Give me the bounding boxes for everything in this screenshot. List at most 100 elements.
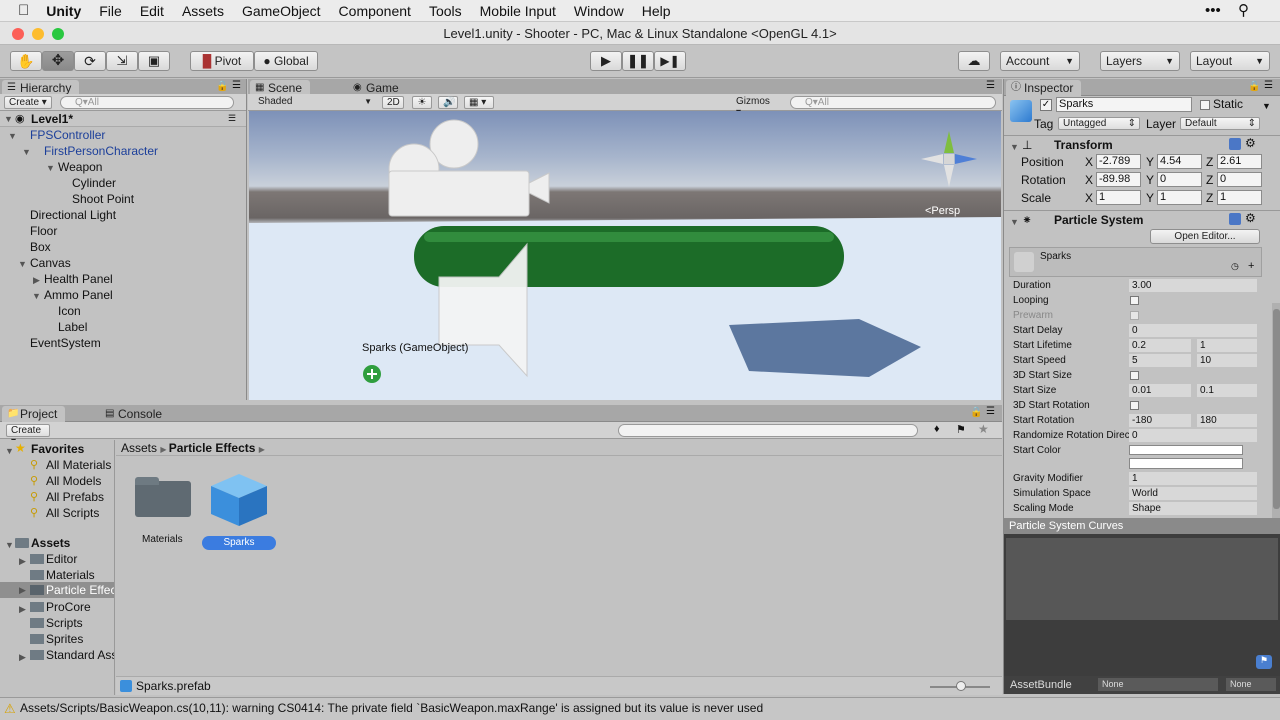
collapse-arrow-icon[interactable]: ▶ bbox=[33, 275, 40, 286]
prop-value[interactable]: World bbox=[1129, 487, 1257, 500]
prewarm-checkbox[interactable] bbox=[1130, 311, 1139, 320]
tag-icon[interactable]: ⚑ bbox=[1256, 655, 1272, 669]
scale-y-field[interactable]: 1 bbox=[1157, 190, 1202, 205]
breadcrumb-assets[interactable]: Assets bbox=[121, 441, 157, 455]
scale-x-field[interactable]: 1 bbox=[1096, 190, 1141, 205]
prop-value-max[interactable]: 1 bbox=[1197, 339, 1257, 352]
menu-mobile-input[interactable]: Mobile Input bbox=[471, 3, 565, 19]
hierarchy-item-label[interactable]: Label bbox=[58, 320, 87, 334]
menu-component[interactable]: Component bbox=[330, 3, 420, 19]
folder-standard-assets[interactable]: Standard Ass bbox=[46, 648, 114, 662]
asset-item-sparks[interactable]: Sparks bbox=[200, 470, 278, 550]
3d-start-size-checkbox[interactable] bbox=[1130, 371, 1139, 380]
assetbundle-variant-dropdown[interactable]: None bbox=[1226, 678, 1276, 691]
expand-arrow-icon[interactable]: ▼ bbox=[1010, 142, 1019, 152]
tab-inspector[interactable]: ⓘ Inspector bbox=[1006, 80, 1082, 96]
move-tool-button[interactable]: ✥ bbox=[42, 51, 74, 71]
scene-menu-icon[interactable]: ☰ bbox=[228, 113, 236, 124]
collapse-arrow-icon[interactable]: ▶ bbox=[19, 604, 26, 615]
start-color-swatch-2[interactable] bbox=[1129, 458, 1243, 469]
hierarchy-item-eventsystem[interactable]: EventSystem bbox=[30, 336, 101, 350]
expand-arrow-icon[interactable]: ▼ bbox=[46, 163, 55, 173]
prop-value[interactable]: 1 bbox=[1129, 472, 1257, 485]
gizmos-dropdown[interactable]: Gizmos ▾ bbox=[732, 96, 780, 118]
menu-assets[interactable]: Assets bbox=[173, 3, 233, 19]
clock-icon[interactable]: ◷ bbox=[1231, 261, 1239, 272]
prop-value[interactable]: 0.01 bbox=[1129, 384, 1191, 397]
expand-arrow-icon[interactable]: ▼ bbox=[5, 446, 14, 456]
favorite-all-materials[interactable]: All Materials bbox=[46, 458, 111, 472]
particle-system-header[interactable]: Particle System bbox=[1054, 213, 1143, 227]
project-search-input[interactable] bbox=[618, 424, 918, 437]
tag-dropdown[interactable]: Untagged ⇕ bbox=[1058, 117, 1140, 130]
pause-button[interactable]: ❚❚ bbox=[622, 51, 654, 71]
rotation-x-field[interactable]: -89.98 bbox=[1096, 172, 1141, 187]
chevron-down-icon[interactable]: ▼ bbox=[1262, 101, 1271, 111]
folder-sprites[interactable]: Sprites bbox=[46, 632, 83, 646]
menu-file[interactable]: File bbox=[90, 3, 131, 19]
expand-arrow-icon[interactable]: ▼ bbox=[1010, 217, 1019, 227]
audio-toggle[interactable]: 🔊 bbox=[438, 96, 458, 109]
hierarchy-item-ammo-panel[interactable]: Ammo Panel bbox=[44, 288, 113, 302]
collapse-arrow-icon[interactable]: ▶ bbox=[19, 652, 26, 663]
help-icon[interactable] bbox=[1229, 213, 1241, 225]
hierarchy-item-fpscontroller[interactable]: FPSController bbox=[30, 128, 105, 142]
scene-search-input[interactable]: Q▾All bbox=[790, 96, 996, 109]
gear-icon[interactable]: ⚙ bbox=[1245, 211, 1256, 225]
favorite-all-models[interactable]: All Models bbox=[46, 474, 101, 488]
assets-header[interactable]: Assets bbox=[31, 536, 70, 550]
position-z-field[interactable]: 2.61 bbox=[1217, 154, 1262, 169]
prop-value-max[interactable]: 10 bbox=[1197, 354, 1257, 367]
expand-arrow-icon[interactable]: ▼ bbox=[8, 131, 17, 141]
rotation-y-field[interactable]: 0 bbox=[1157, 172, 1202, 187]
hierarchy-item-floor[interactable]: Floor bbox=[30, 224, 57, 238]
folder-scripts[interactable]: Scripts bbox=[46, 616, 83, 630]
hierarchy-item-weapon[interactable]: Weapon bbox=[58, 160, 102, 174]
folder-materials[interactable]: Materials bbox=[46, 568, 95, 582]
lock-icon[interactable]: 🔒 bbox=[970, 407, 982, 418]
hierarchy-item-health-panel[interactable]: Health Panel bbox=[44, 272, 113, 286]
favorite-all-prefabs[interactable]: All Prefabs bbox=[46, 490, 104, 504]
folder-particle-effects-row[interactable]: ▶ Particle Effec bbox=[0, 582, 114, 598]
active-checkbox[interactable]: ✓ bbox=[1040, 99, 1052, 111]
folder-procore[interactable]: ProCore bbox=[46, 600, 91, 614]
asset-item-materials[interactable]: Materials bbox=[132, 473, 194, 545]
position-x-field[interactable]: -2.789 bbox=[1096, 154, 1141, 169]
prop-value-max[interactable]: 180 bbox=[1197, 414, 1257, 427]
lock-icon[interactable]: 🔒 bbox=[216, 81, 228, 92]
pivot-toggle[interactable]: █ Pivot bbox=[190, 51, 254, 71]
expand-arrow-icon[interactable]: ▼ bbox=[4, 114, 13, 124]
scale-z-field[interactable]: 1 bbox=[1217, 190, 1262, 205]
tab-console[interactable]: ▤ Console bbox=[100, 406, 170, 422]
static-checkbox[interactable] bbox=[1200, 100, 1210, 110]
rect-tool-button[interactable]: ▣ bbox=[138, 51, 170, 71]
prop-value[interactable]: 5 bbox=[1129, 354, 1191, 367]
add-module-icon[interactable]: + bbox=[1248, 260, 1254, 272]
hierarchy-item-box[interactable]: Box bbox=[30, 240, 51, 254]
spotlight-search-icon[interactable]: ⚲ bbox=[1238, 1, 1249, 19]
object-name-field[interactable]: Sparks bbox=[1056, 97, 1192, 112]
gear-icon[interactable]: ⚙ bbox=[1245, 136, 1256, 150]
effects-dropdown[interactable]: ▦ ▾ bbox=[464, 96, 494, 109]
hierarchy-item-canvas[interactable]: Canvas bbox=[30, 256, 71, 270]
transform-header[interactable]: Transform bbox=[1054, 138, 1113, 152]
hierarchy-item-directional-light[interactable]: Directional Light bbox=[30, 208, 116, 222]
menu-help[interactable]: Help bbox=[633, 3, 680, 19]
lighting-toggle[interactable]: ☀ bbox=[412, 96, 432, 109]
start-color-swatch[interactable] bbox=[1129, 445, 1243, 455]
expand-arrow-icon[interactable]: ▼ bbox=[32, 291, 41, 301]
menu-tools[interactable]: Tools bbox=[420, 3, 471, 19]
minimize-window-button[interactable] bbox=[32, 28, 44, 40]
curves-graph[interactable] bbox=[1006, 538, 1278, 620]
scene-viewport[interactable]: <Persp Sparks (GameObject) bbox=[249, 111, 1001, 400]
hierarchy-item-icon[interactable]: Icon bbox=[58, 304, 81, 318]
layer-dropdown[interactable]: Default ⇕ bbox=[1180, 117, 1260, 130]
position-y-field[interactable]: 4.54 bbox=[1157, 154, 1202, 169]
favorites-header[interactable]: Favorites bbox=[31, 442, 84, 456]
prop-value[interactable]: 0.2 bbox=[1129, 339, 1191, 352]
persp-label[interactable]: <Persp bbox=[925, 205, 960, 217]
breadcrumb-particle-effects[interactable]: Particle Effects bbox=[169, 441, 256, 455]
help-icon[interactable] bbox=[1229, 138, 1241, 150]
cloud-button[interactable]: ☁ bbox=[958, 51, 990, 71]
3d-start-rotation-checkbox[interactable] bbox=[1130, 401, 1139, 410]
